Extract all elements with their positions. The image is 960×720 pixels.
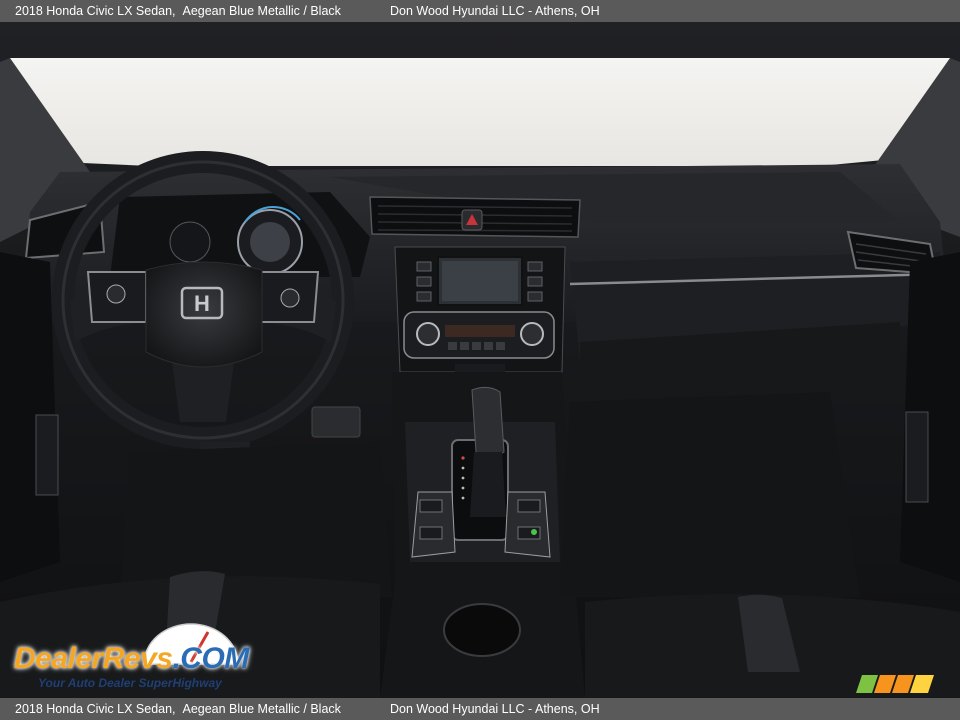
caption-dealer-top: Don Wood Hyundai LLC - Athens, OH [390, 4, 600, 18]
caption-vehicle-bottom: 2018 Honda Civic LX Sedan, Aegean Blue M… [15, 702, 341, 716]
site-logo-icon [856, 675, 934, 693]
caption-bar-top: 2018 Honda Civic LX Sedan, Aegean Blue M… [0, 0, 960, 22]
watermark-brand: DealerRevs.COM [14, 642, 249, 675]
watermark-tagline: Your Auto Dealer SuperHighway [38, 676, 222, 690]
dealerrevs-watermark: DealerRevs.COM Your Auto Dealer SuperHig… [10, 620, 270, 694]
caption-dealer-bottom: Don Wood Hyundai LLC - Athens, OH [390, 702, 600, 716]
honda-logo-icon: H [194, 291, 210, 316]
caption-bar-bottom: 2018 Honda Civic LX Sedan, Aegean Blue M… [0, 698, 960, 720]
dashboard-illustration: H [0, 22, 960, 698]
caption-vehicle-top: 2018 Honda Civic LX Sedan, Aegean Blue M… [15, 4, 341, 18]
interior-photo: H [0, 22, 960, 698]
